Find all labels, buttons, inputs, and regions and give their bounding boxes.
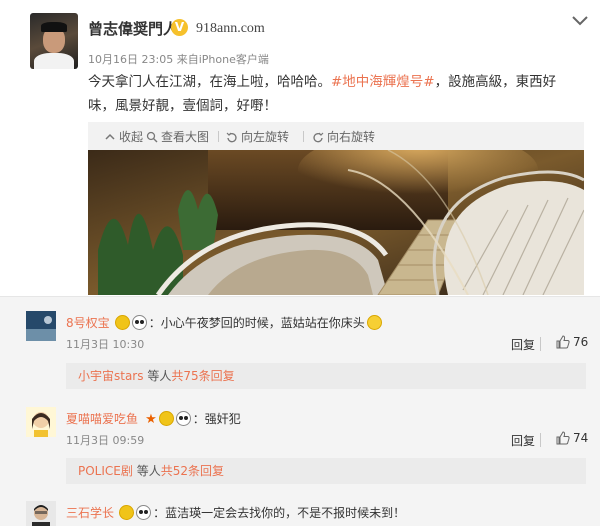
user-avatar[interactable] xyxy=(30,13,78,69)
cat-emoji-icon xyxy=(114,315,130,330)
panda-emoji-icon xyxy=(131,315,147,330)
weibo-post: 曾志偉奨門人 V 918ann.com 10月16日 23:05 来自iPhon… xyxy=(0,0,600,296)
reply-button[interactable]: 回复 xyxy=(511,432,535,449)
post-source[interactable]: iPhone客户端 xyxy=(199,53,269,66)
panda-emoji-icon xyxy=(136,505,152,520)
star-badge-icon: ★ xyxy=(145,412,157,427)
comment-text: ：小心午夜梦回的时候，蓝姑站在你床头 xyxy=(148,316,365,330)
comment-avatar[interactable] xyxy=(26,407,56,437)
rotate-right-icon xyxy=(313,132,324,142)
sub-reply-user[interactable]: 小宇宙stars xyxy=(78,369,144,383)
comments-section: 8号权宝 ：小心午夜梦回的时候，蓝姑站在你床头 11月3日 10:30 回复 7… xyxy=(0,296,600,526)
commenter-name[interactable]: 8号权宝 xyxy=(66,316,110,330)
comment-time: 11月3日 10:30 xyxy=(66,338,145,351)
commenter-name[interactable]: 夏喵喵爱吃鱼 xyxy=(66,412,138,426)
collapse-button[interactable]: 收起 xyxy=(104,128,143,145)
collapse-icon xyxy=(105,133,115,140)
search-icon xyxy=(146,131,158,142)
view-large-button[interactable]: 查看大图 xyxy=(146,128,209,145)
comment-text: ：蓝洁瑛一定会去找你的，不是不报时候未到！ xyxy=(153,506,406,520)
panda-emoji-icon xyxy=(175,411,191,426)
chevron-down-icon[interactable] xyxy=(570,14,590,28)
sub-replies-link[interactable]: POLICE剧 等人共52条回复 xyxy=(66,458,586,484)
sub-reply-mid: 等人 xyxy=(136,464,161,478)
watermark: 918ann.com xyxy=(196,21,265,36)
sub-replies-link[interactable]: 小宇宙stars 等人共75条回复 xyxy=(66,363,586,389)
rotate-left-icon xyxy=(226,132,237,142)
commenter-name[interactable]: 三石学长 xyxy=(66,506,114,520)
source-prefix: 来自 xyxy=(176,53,199,66)
post-content: 今天拿门人在江湖，在海上啦，哈哈哈。#地中海輝煌号#，設施高級，東西好味，風景好… xyxy=(88,70,578,118)
sub-reply-count[interactable]: 共52条回复 xyxy=(161,464,224,478)
post-text-before: 今天拿门人在江湖，在海上啦，哈哈哈。 xyxy=(88,74,331,90)
v-badge-icon: V xyxy=(171,19,188,36)
comment-text: ：强奸犯 xyxy=(192,412,241,426)
rotate-left-label: 向左旋转 xyxy=(241,130,290,144)
like-button[interactable]: 76 xyxy=(556,335,588,349)
comment-avatar[interactable] xyxy=(26,501,56,526)
comment-time: 11月3日 09:59 xyxy=(66,434,145,447)
rotate-left-button[interactable]: 向左旋转 xyxy=(226,128,289,145)
post-meta: 10月16日 23:05 来自iPhone客户端 xyxy=(88,51,269,67)
view-large-label: 查看大图 xyxy=(161,130,210,144)
cat-emoji-icon xyxy=(158,411,174,426)
image-toolbar: 收起 查看大图 向左旋转 向右旋转 xyxy=(88,122,584,150)
thumbs-up-icon xyxy=(556,335,570,349)
post-time[interactable]: 10月16日 23:05 xyxy=(88,53,173,66)
hashtag-link[interactable]: #地中海輝煌号# xyxy=(331,74,435,90)
comment-avatar[interactable] xyxy=(26,311,56,341)
thumbs-up-icon xyxy=(556,431,570,445)
like-button[interactable]: 74 xyxy=(556,431,588,445)
reply-button[interactable]: 回复 xyxy=(511,336,535,353)
post-photo-staircase[interactable] xyxy=(88,150,584,295)
smile-emoji-icon xyxy=(366,315,382,330)
user-name[interactable]: 曾志偉奨門人 xyxy=(88,18,178,39)
sub-reply-mid: 等人 xyxy=(147,369,172,383)
sub-reply-user[interactable]: POLICE剧 xyxy=(78,464,133,478)
cat-emoji-icon xyxy=(119,505,135,520)
rotate-right-button[interactable]: 向右旋转 xyxy=(312,128,375,145)
like-count: 74 xyxy=(573,431,589,445)
rotate-right-label: 向右旋转 xyxy=(327,130,376,144)
like-count: 76 xyxy=(573,335,589,349)
sub-reply-count[interactable]: 共75条回复 xyxy=(171,369,234,383)
